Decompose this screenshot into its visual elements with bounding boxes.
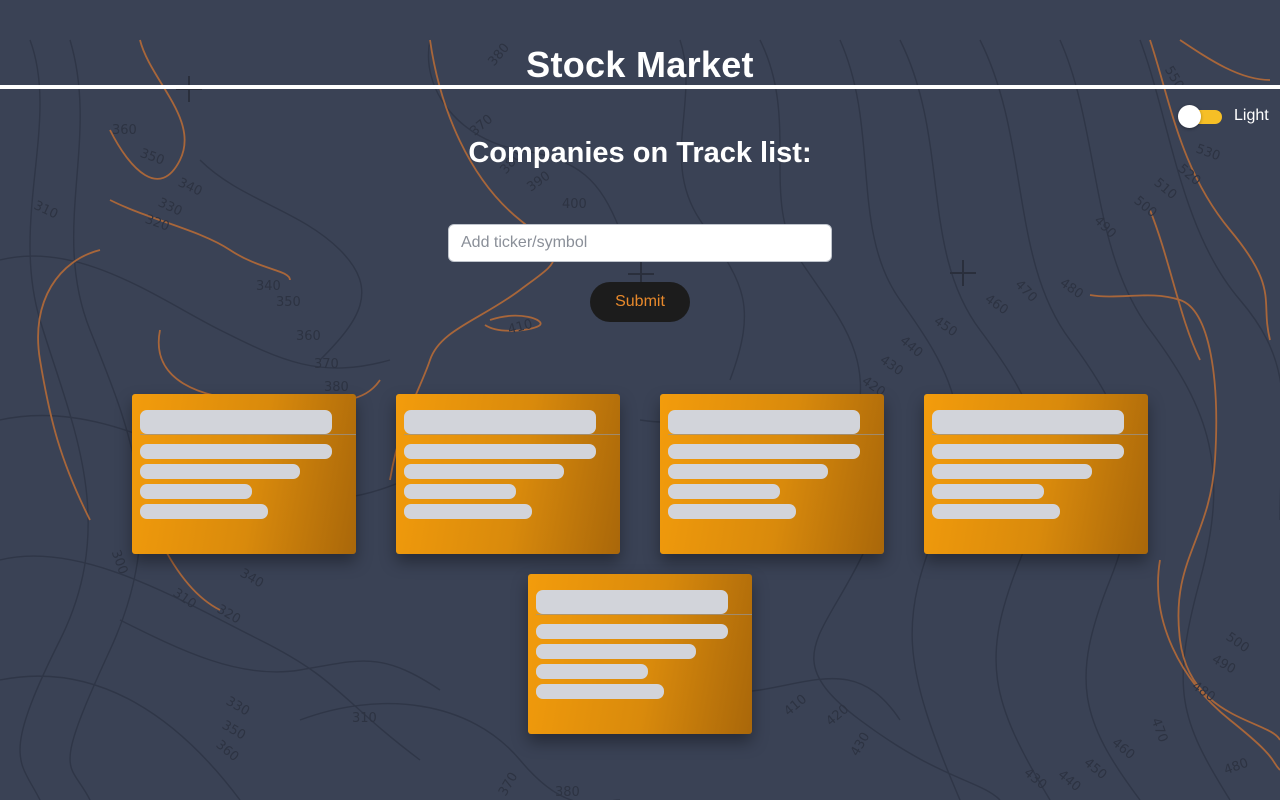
svg-text:430: 430 — [848, 730, 873, 759]
card-divider — [932, 434, 1148, 435]
skeleton-line — [536, 664, 648, 679]
svg-text:430: 430 — [877, 353, 906, 380]
svg-text:380: 380 — [555, 785, 580, 800]
svg-text:450: 450 — [931, 314, 960, 341]
company-card — [924, 394, 1148, 554]
skeleton-line — [536, 684, 664, 699]
skeleton-title — [668, 410, 860, 434]
svg-text:340: 340 — [237, 566, 266, 591]
card-divider — [140, 434, 356, 435]
svg-text:340: 340 — [176, 175, 205, 199]
svg-text:410: 410 — [506, 317, 534, 338]
skeleton-title — [932, 410, 1124, 434]
card-divider — [404, 434, 620, 435]
svg-text:450: 450 — [1081, 755, 1110, 782]
svg-text:410: 410 — [781, 692, 810, 719]
svg-text:490: 490 — [1091, 213, 1119, 241]
svg-text:430: 430 — [1021, 765, 1050, 792]
theme-toggle-switch[interactable] — [1178, 105, 1222, 128]
svg-text:360: 360 — [112, 123, 137, 138]
svg-text:320: 320 — [143, 212, 171, 235]
skeleton-title — [404, 410, 596, 434]
svg-text:310: 310 — [352, 711, 377, 726]
skeleton-line — [932, 504, 1060, 519]
skeleton-line — [668, 464, 828, 479]
submit-button[interactable]: Submit — [590, 282, 690, 322]
page: 380 370 380 390 400 410 360 350 340 330 … — [0, 0, 1280, 800]
skeleton-line — [536, 624, 728, 639]
header: Stock Market — [0, 40, 1280, 89]
svg-text:340: 340 — [256, 279, 281, 294]
skeleton-line — [932, 464, 1092, 479]
svg-text:440: 440 — [897, 333, 926, 360]
skeleton-line — [140, 464, 300, 479]
svg-text:510: 510 — [1151, 175, 1180, 202]
crosshair-icon — [950, 260, 976, 286]
skeleton-line — [536, 644, 696, 659]
svg-text:460: 460 — [982, 292, 1011, 319]
svg-text:370: 370 — [314, 357, 339, 372]
svg-text:360: 360 — [213, 737, 242, 764]
page-title: Stock Market — [526, 44, 754, 85]
skeleton-line — [932, 444, 1124, 459]
svg-text:370: 370 — [467, 112, 496, 139]
svg-text:360: 360 — [296, 329, 321, 344]
svg-text:440: 440 — [1055, 767, 1084, 794]
skeleton-title — [536, 590, 728, 614]
skeleton-line — [404, 464, 564, 479]
track-list-title: Companies on Track list: — [468, 137, 812, 169]
company-card — [132, 394, 356, 554]
header-divider — [0, 85, 1280, 89]
skeleton-line — [668, 484, 780, 499]
svg-text:500: 500 — [1223, 630, 1252, 657]
svg-text:380: 380 — [324, 380, 349, 395]
skeleton-line — [404, 444, 596, 459]
svg-text:390: 390 — [524, 169, 553, 196]
svg-text:500: 500 — [1131, 193, 1160, 220]
skeleton-line — [668, 444, 860, 459]
svg-text:370: 370 — [496, 770, 521, 799]
ticker-input[interactable] — [448, 224, 832, 262]
company-card — [396, 394, 620, 554]
svg-text:300: 300 — [108, 548, 131, 576]
svg-text:420: 420 — [823, 702, 852, 729]
toggle-knob[interactable] — [1178, 105, 1201, 128]
skeleton-line — [932, 484, 1044, 499]
svg-text:490: 490 — [1209, 652, 1238, 677]
svg-text:480: 480 — [1222, 756, 1250, 779]
svg-text:310: 310 — [31, 198, 60, 222]
svg-text:330: 330 — [223, 694, 252, 719]
company-card — [528, 574, 752, 734]
card-divider — [668, 434, 884, 435]
svg-text:400: 400 — [562, 197, 587, 212]
svg-text:350: 350 — [276, 295, 301, 310]
card-divider — [536, 614, 752, 615]
skeleton-line — [140, 504, 268, 519]
skeleton-line — [140, 484, 252, 499]
svg-text:470: 470 — [1148, 716, 1171, 744]
skeleton-line — [404, 504, 532, 519]
company-card — [660, 394, 884, 554]
svg-text:460: 460 — [1109, 735, 1138, 762]
theme-toggle-label: Light — [1234, 107, 1269, 124]
skeleton-line — [140, 444, 332, 459]
theme-toggle[interactable]: Light — [1178, 105, 1269, 128]
skeleton-line — [404, 484, 516, 499]
skeleton-line — [668, 504, 796, 519]
svg-text:480: 480 — [1057, 276, 1086, 303]
svg-text:470: 470 — [1012, 277, 1040, 305]
skeleton-title — [140, 410, 332, 434]
